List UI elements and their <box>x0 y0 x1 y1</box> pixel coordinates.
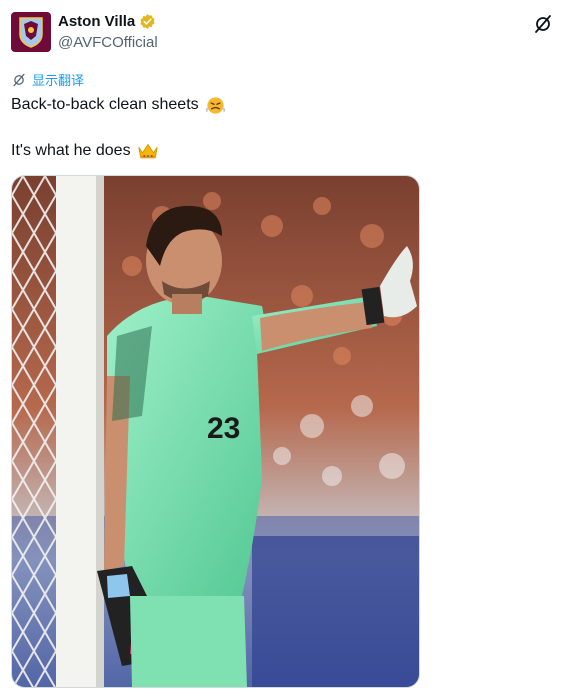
account-name-row[interactable]: Aston Villa <box>58 13 156 30</box>
verified-badge-icon <box>140 14 155 29</box>
tweet-media-image[interactable]: 23 <box>11 175 420 688</box>
avatar[interactable] <box>11 12 51 52</box>
account-name[interactable]: Aston Villa <box>58 13 135 30</box>
translate-icon <box>13 73 25 86</box>
club-crest-icon <box>19 17 43 48</box>
jersey-number: 23 <box>207 412 240 445</box>
translate-label[interactable]: 显示翻译 <box>32 70 84 89</box>
steaming-face-icon <box>205 97 225 114</box>
account-handle[interactable]: @AVFCOfficial <box>58 34 158 51</box>
show-translation-link[interactable]: 显示翻译 <box>12 70 84 89</box>
tweet-line-1-text: Back-to-back clean sheets <box>11 95 199 113</box>
grok-icon[interactable] <box>533 14 553 34</box>
tweet-line-2-text: It's what he does <box>11 142 131 159</box>
tweet-text-line-1: Back-to-back clean sheets <box>11 94 226 115</box>
tweet-text-line-2: It's what he does <box>11 141 159 161</box>
crown-icon <box>137 143 158 159</box>
goalkeeper-photo: 23 <box>12 176 419 687</box>
